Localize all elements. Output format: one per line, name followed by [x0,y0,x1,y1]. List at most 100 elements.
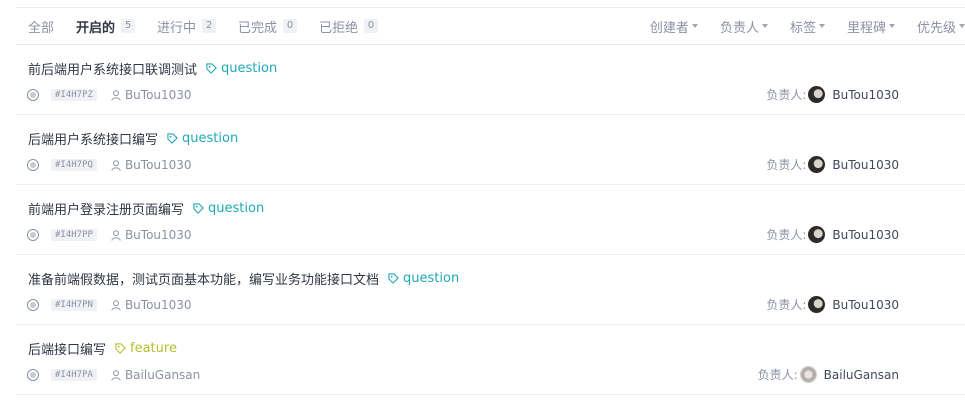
avatar[interactable] [808,226,826,243]
issue-author[interactable]: BailuGansan [111,368,200,382]
issue-meta: #I4H7PN BuTou1030 [27,298,192,312]
filter-milestone-dropdown[interactable]: 里程碑 [847,17,895,36]
avatar[interactable] [808,86,826,103]
issue-label[interactable]: question [193,201,264,216]
tag-icon [115,343,126,354]
avatar[interactable] [808,296,826,313]
issue-author[interactable]: BuTou1030 [111,88,192,102]
issue-title-row: 前端用户登录注册页面编写 question [28,199,264,218]
assignee-prefix: 负责人: [757,368,798,382]
issue-label-text: question [208,201,265,216]
tag-icon [167,133,178,144]
user-icon [111,89,121,101]
avatar[interactable] [799,366,817,383]
open-state-icon [27,159,39,171]
filter-priority-dropdown[interactable]: 优先级 [917,17,965,36]
issue-title[interactable]: 准备前端假数据，测试页面基本功能，编写业务功能接口文档 [28,269,379,288]
filter-assignee-label: 负责人 [719,20,759,36]
issue-meta: #I4H7PQ BuTou1030 [27,158,192,172]
assignee-name[interactable]: BailuGansan [824,368,899,382]
tab-open-count: 5 [121,19,136,33]
filter-author-label: 创建者 [649,20,689,36]
issue-filter-bar: 全部 开启的 5 进行中 2 已完成 0 已拒绝 0 创建者 负责人 标签 里程… [16,7,965,45]
issue-title[interactable]: 前后端用户系统接口联调测试 [28,59,197,78]
tab-all[interactable]: 全部 [28,17,54,36]
issue-label-text: question [182,131,239,146]
open-state-icon [27,299,39,311]
tab-progressing[interactable]: 进行中 2 [157,17,217,36]
issue-author-name: BuTou1030 [124,158,192,172]
issues-page: 全部 开启的 5 进行中 2 已完成 0 已拒绝 0 创建者 负责人 标签 里程… [0,0,965,402]
issue-assignee: 负责人: BuTou1030 [766,86,899,103]
filter-label-label: 标签 [789,20,816,36]
issue-assignee: 负责人: BailuGansan [758,366,899,383]
filter-milestone-label: 里程碑 [846,20,886,36]
issue-id[interactable]: #I4H7PQ [51,159,97,171]
issue-row: 前后端用户系统接口联调测试 question #I4H7PZ BuTou1030… [16,45,965,115]
issue-author[interactable]: BuTou1030 [111,298,192,312]
assignee-name[interactable]: BuTou1030 [832,158,899,172]
assignee-prefix: 负责人: [766,298,807,312]
tag-icon [206,63,217,74]
issue-title-row: 前后端用户系统接口联调测试 question [28,59,277,78]
filter-author-dropdown[interactable]: 创建者 [650,17,698,36]
tab-rejected-label: 已拒绝 [319,20,359,36]
chevron-down-icon [818,24,825,28]
tab-all-label: 全部 [28,20,55,36]
assignee-prefix: 负责人: [766,158,807,172]
tab-open[interactable]: 开启的 5 [76,17,136,36]
issue-id[interactable]: #I4H7PA [51,369,97,381]
issue-author-name: BailuGansan [124,368,201,382]
tab-closed[interactable]: 已完成 0 [238,17,298,36]
issue-row: 准备前端假数据，测试页面基本功能，编写业务功能接口文档 question #I4… [16,255,965,325]
tab-closed-count: 0 [283,19,298,33]
tag-icon [388,273,399,284]
user-icon [111,369,121,381]
issue-label[interactable]: question [388,271,459,286]
issue-label[interactable]: question [167,131,238,146]
issue-author[interactable]: BuTou1030 [111,228,192,242]
assignee-name[interactable]: BuTou1030 [832,298,899,312]
issue-author[interactable]: BuTou1030 [111,158,192,172]
issue-assignee: 负责人: BuTou1030 [766,296,899,313]
issue-assignee: 负责人: BuTou1030 [766,226,899,243]
issue-title[interactable]: 后端接口编写 [28,339,106,358]
issue-author-name: BuTou1030 [124,298,192,312]
issue-title[interactable]: 后端用户系统接口编写 [28,129,158,148]
tab-rejected-count: 0 [364,19,379,33]
issue-label-text: question [403,271,460,286]
chevron-down-icon [761,24,768,28]
chevron-down-icon [691,24,698,28]
issue-list: 前后端用户系统接口联调测试 question #I4H7PZ BuTou1030… [16,45,965,395]
issue-id[interactable]: #I4H7PN [51,299,97,311]
issue-id[interactable]: #I4H7PP [51,229,97,241]
assignee-name[interactable]: BuTou1030 [832,88,899,102]
issue-assignee: 负责人: BuTou1030 [766,156,899,173]
issue-id[interactable]: #I4H7PZ [51,89,97,101]
filter-priority-label: 优先级 [916,20,956,36]
issue-row: 后端接口编写 feature #I4H7PA BailuGansan 负责人: … [16,325,965,395]
issue-title[interactable]: 前端用户登录注册页面编写 [28,199,184,218]
assignee-name[interactable]: BuTou1030 [832,228,899,242]
issue-label[interactable]: question [206,61,277,76]
filter-assignee-dropdown[interactable]: 负责人 [720,17,768,36]
chevron-down-icon [959,24,965,28]
tab-open-label: 开启的 [76,20,116,36]
filter-label-dropdown[interactable]: 标签 [790,17,825,36]
tab-rejected[interactable]: 已拒绝 0 [319,17,379,36]
tab-closed-label: 已完成 [238,20,278,36]
assignee-prefix: 负责人: [766,228,807,242]
issue-author-name: BuTou1030 [124,228,192,242]
user-icon [111,159,121,171]
avatar[interactable] [808,156,826,173]
tag-icon [193,203,204,214]
issue-label[interactable]: feature [115,341,177,356]
user-icon [111,229,121,241]
filter-dropdowns: 创建者 负责人 标签 里程碑 优先级 [650,8,965,44]
open-state-icon [27,89,39,101]
tab-progressing-label: 进行中 [157,20,197,36]
issue-author-name: BuTou1030 [124,88,192,102]
open-state-icon [27,369,39,381]
issue-row: 后端用户系统接口编写 question #I4H7PQ BuTou1030 负责… [16,115,965,185]
issue-title-row: 准备前端假数据，测试页面基本功能，编写业务功能接口文档 question [28,269,459,288]
